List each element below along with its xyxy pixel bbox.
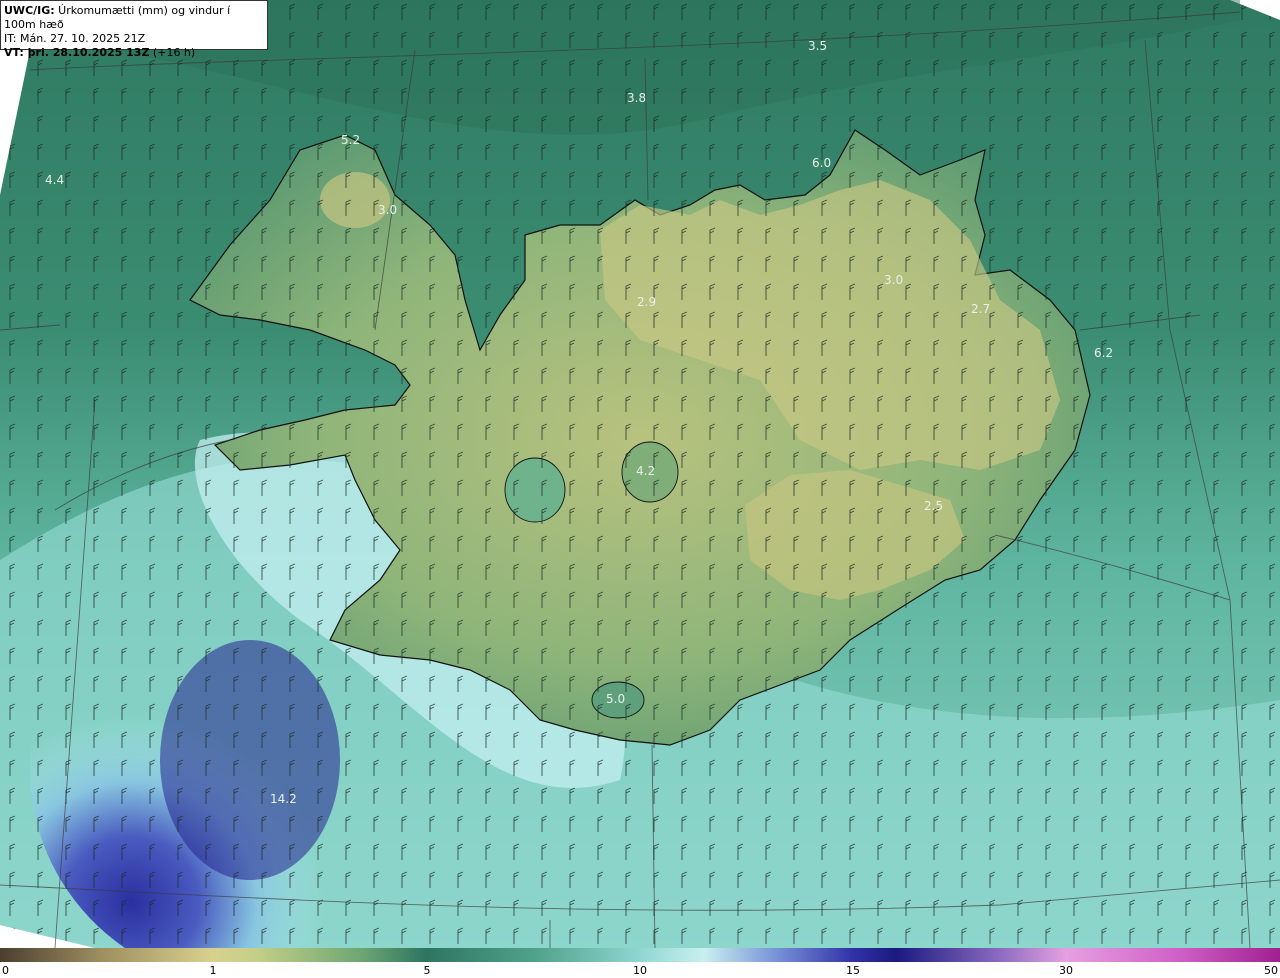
colorbar-tick-10: 10	[633, 964, 647, 977]
colorbar-tick-1: 1	[209, 964, 217, 977]
title-line-2: IT: Mán. 27. 10. 2025 21Z	[4, 32, 146, 45]
colorbar: 0 1 5 10 15 30 50	[0, 948, 1280, 978]
map-title-box: UWC/IG: Úrkomumætti (mm) og vindur í 100…	[0, 0, 268, 59]
label-14-2: 14.2	[270, 792, 297, 806]
label-6-0: 6.0	[812, 156, 831, 170]
title-valid-time: VT: þri. 28.10.2025 13Z	[4, 46, 150, 59]
colorbar-tick-50: 50	[1264, 964, 1278, 977]
colorbar-tick-30: 30	[1059, 964, 1073, 977]
label-5-2: 5.2	[341, 133, 360, 147]
label-6-2: 6.2	[1094, 346, 1113, 360]
title-line-3: VT: þri. 28.10.2025 13Z (+16 h)	[4, 46, 264, 60]
map-page: 3.5 3.8 5.2 4.4 3.0 6.0 3.0 2.9 2.7 6.2 …	[0, 0, 1280, 978]
label-4-2: 4.2	[636, 464, 655, 478]
label-2-7: 2.7	[971, 302, 990, 316]
colorbar-tick-5: 5	[423, 964, 431, 977]
label-4-4: 4.4	[45, 173, 64, 187]
label-3-8: 3.8	[627, 91, 646, 105]
precipitation-map: 3.5 3.8 5.2 4.4 3.0 6.0 3.0 2.9 2.7 6.2 …	[0, 0, 1280, 948]
label-5-0: 5.0	[606, 692, 625, 706]
label-2-9: 2.9	[637, 295, 656, 309]
label-2-5: 2.5	[924, 499, 943, 513]
title-lead-time: (+16 h)	[149, 46, 196, 59]
label-3-0-west: 3.0	[378, 203, 397, 217]
colorbar-tick-15: 15	[846, 964, 860, 977]
colorbar-tick-0: 0	[2, 964, 9, 977]
colorbar-gradient	[0, 948, 1280, 962]
label-3-5: 3.5	[808, 39, 827, 53]
label-3-0-north: 3.0	[884, 273, 903, 287]
title-line-1: UWC/IG: Úrkomumætti (mm) og vindur í 100…	[4, 4, 264, 32]
title-model: UWC/IG:	[4, 4, 55, 17]
